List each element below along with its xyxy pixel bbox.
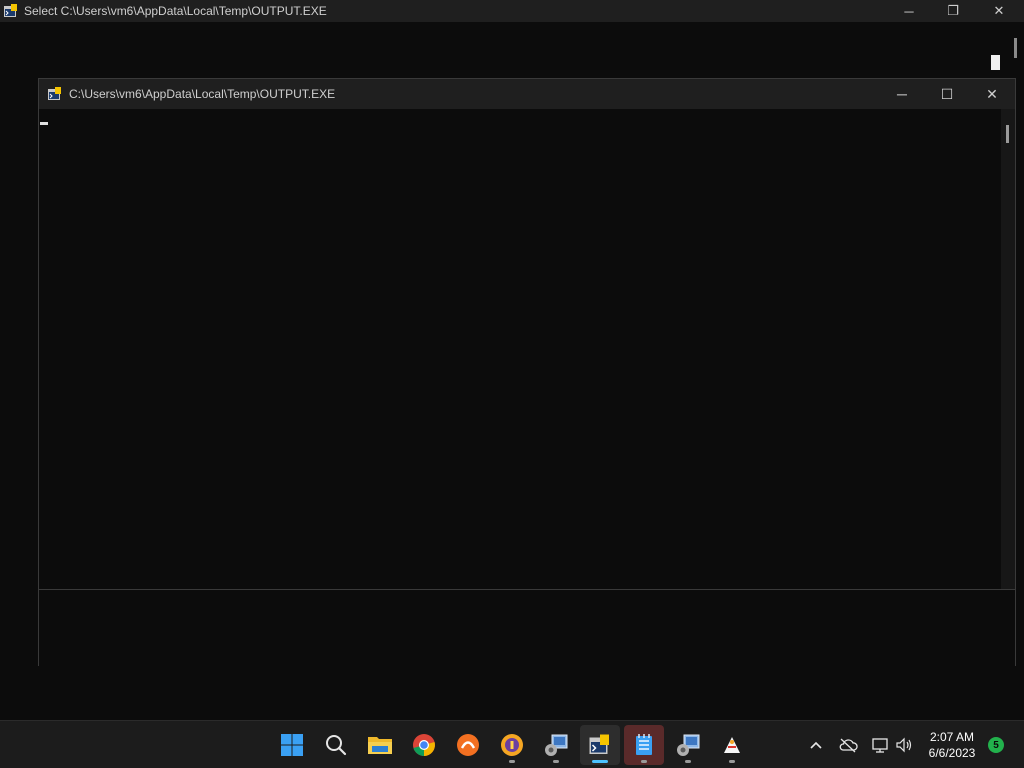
chevron-up-icon bbox=[810, 741, 822, 749]
restore-button[interactable]: ❐ bbox=[930, 0, 976, 22]
clock[interactable]: 2:07 AM 6/6/2023 bbox=[920, 729, 984, 761]
clock-date: 6/6/2023 bbox=[928, 746, 976, 760]
network-icon bbox=[872, 738, 888, 753]
console-lower-area bbox=[39, 589, 1015, 666]
text-cursor bbox=[40, 122, 48, 125]
console-app-icon bbox=[589, 734, 609, 754]
search-button[interactable] bbox=[316, 725, 356, 765]
close-icon: ✕ bbox=[986, 85, 998, 102]
running-indicator bbox=[641, 760, 647, 763]
tool-app-button[interactable] bbox=[712, 725, 752, 765]
installer-app-button-2[interactable] bbox=[668, 725, 708, 765]
console-app-icon bbox=[4, 4, 17, 17]
volume-icon bbox=[896, 737, 912, 753]
installer-icon bbox=[677, 734, 700, 756]
foreground-title-bar[interactable]: C:\Users\vm6\AppData\Local\Temp\OUTPUT.E… bbox=[39, 79, 1015, 109]
search-icon bbox=[326, 735, 347, 756]
background-window-title: Select C:\Users\vm6\AppData\Local\Temp\O… bbox=[24, 4, 327, 18]
shield-app-button[interactable] bbox=[492, 725, 532, 765]
chrome-icon bbox=[413, 734, 435, 756]
orange-app-button[interactable] bbox=[448, 725, 488, 765]
running-indicator bbox=[553, 760, 559, 763]
orange-app-icon bbox=[457, 734, 479, 756]
console-app-button[interactable] bbox=[580, 725, 620, 765]
restore-icon: ❐ bbox=[947, 3, 959, 18]
windows-logo-icon bbox=[281, 734, 303, 756]
scrollbar-thumb[interactable] bbox=[1006, 125, 1009, 143]
notepad-button[interactable] bbox=[624, 725, 664, 765]
minimize-button[interactable]: ─ bbox=[879, 79, 925, 109]
file-explorer-button[interactable] bbox=[360, 725, 400, 765]
minimize-icon: ─ bbox=[897, 86, 907, 102]
clock-time: 2:07 AM bbox=[929, 730, 975, 744]
network-button[interactable] bbox=[868, 733, 892, 757]
console-output-area[interactable] bbox=[39, 109, 1001, 589]
onedrive-button[interactable] bbox=[836, 733, 860, 757]
vertical-scrollbar[interactable] bbox=[1001, 109, 1015, 589]
taskbar: 2:07 AM 6/6/2023 5 bbox=[0, 720, 1024, 768]
running-indicator bbox=[729, 760, 735, 763]
cloud-off-icon bbox=[839, 738, 858, 753]
folder-icon bbox=[368, 737, 392, 754]
maximize-icon: ☐ bbox=[940, 85, 954, 102]
maximize-button[interactable]: ☐ bbox=[924, 79, 970, 109]
start-button[interactable] bbox=[272, 725, 312, 765]
close-button[interactable]: ✕ bbox=[976, 0, 1022, 22]
minimize-button[interactable]: ─ bbox=[886, 0, 932, 22]
notification-badge[interactable]: 5 bbox=[988, 737, 1004, 753]
chrome-button[interactable] bbox=[404, 725, 444, 765]
console-app-icon bbox=[48, 87, 61, 100]
foreground-window-title: C:\Users\vm6\AppData\Local\Temp\OUTPUT.E… bbox=[69, 87, 336, 101]
close-button[interactable]: ✕ bbox=[969, 79, 1015, 109]
running-indicator bbox=[685, 760, 691, 763]
foreground-console-window[interactable]: C:\Users\vm6\AppData\Local\Temp\OUTPUT.E… bbox=[38, 78, 1016, 666]
minimize-icon: ─ bbox=[904, 3, 914, 19]
background-scrollbar-thumb[interactable] bbox=[1014, 38, 1017, 58]
background-title-bar[interactable]: Select C:\Users\vm6\AppData\Local\Temp\O… bbox=[0, 0, 1024, 22]
tool-app-icon bbox=[724, 737, 740, 753]
close-icon: ✕ bbox=[993, 3, 1005, 18]
installer-icon bbox=[545, 734, 568, 756]
shield-app-icon bbox=[501, 734, 523, 756]
volume-button[interactable] bbox=[892, 733, 916, 757]
notepad-icon bbox=[636, 734, 652, 755]
active-indicator bbox=[592, 760, 608, 763]
installer-app-button[interactable] bbox=[536, 725, 576, 765]
background-text-cursor bbox=[991, 55, 1000, 70]
show-hidden-icons-button[interactable] bbox=[804, 733, 828, 757]
running-indicator bbox=[509, 760, 515, 763]
